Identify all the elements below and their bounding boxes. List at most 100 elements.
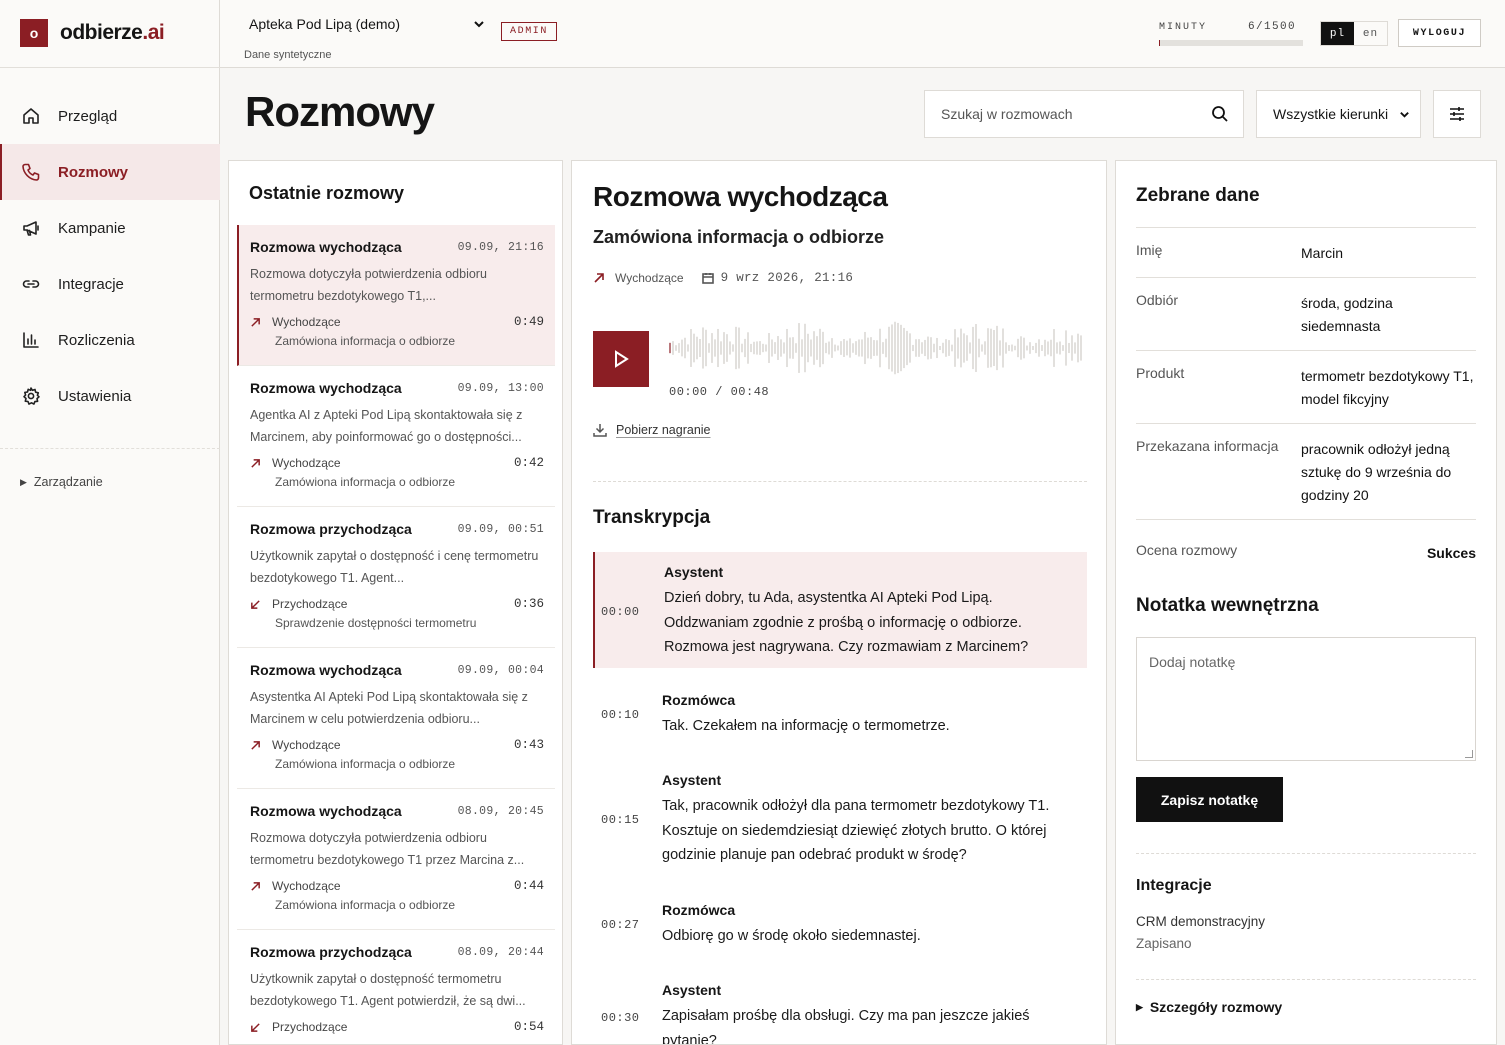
call-list-item[interactable]: Rozmowa wychodząca 09.09, 00:04 Asystentka… [237,648,555,789]
call-footer: Przychodzące 0:54 [250,1020,544,1034]
sidebar-item-kampanie[interactable]: Kampanie [0,200,220,256]
call-details-toggle[interactable]: ▶ Szczegóły rozmowy [1136,999,1282,1015]
field-key: Imię [1136,242,1163,258]
minutes-progress-bar [1159,40,1303,46]
download-recording-link[interactable]: Pobierz nagranie [593,423,711,437]
sidebar-divider [0,448,220,449]
search-icon [1212,106,1228,122]
call-header: Rozmowa przychodząca 09.09, 00:51 [250,521,544,537]
transcript-entry[interactable]: 00:15 Asystent Tak, pracownik odłożył dla … [593,760,1087,876]
direction-filter-select[interactable]: Wszystkie kierunki [1256,90,1421,138]
transcript-entry[interactable]: 00:00 Asystent Dzień dobry, tu Ada, asyste… [593,552,1087,668]
call-title: Rozmowa przychodząca [250,521,412,537]
sidebar-item-przeglad[interactable]: Przegląd [0,88,220,144]
sidebar-item-label: Integracje [58,275,124,293]
play-button[interactable] [593,331,649,387]
transcript-speaker: Rozmówca [662,691,736,708]
logo-name: odbierze [60,21,143,44]
arrow-up-right-icon [251,740,260,750]
transcript-speaker: Asystent [664,564,724,580]
sidebar-item-rozliczenia[interactable]: Rozliczenia [0,312,220,368]
direction-filter-value: Wszystkie kierunki [1273,106,1389,122]
arrow-up-right-icon [251,317,260,327]
call-header: Rozmowa wychodząca 09.09, 21:16 [250,239,544,255]
call-list-item[interactable]: Rozmowa wychodząca 09.09, 13:00 Agentka AI… [237,366,555,507]
note-textarea[interactable]: Dodaj notatkę [1136,637,1476,761]
transcript-text: Dzień dobry, tu Ada, asystentka AI Aptek… [664,590,1029,655]
field-row: Przekazana informacja pracownik odłożył j… [1136,424,1476,520]
sidebar-item-rozmowy[interactable]: Rozmowy [0,144,220,200]
sliders-icon [1450,107,1464,121]
call-direction: Wychodzące [250,456,341,470]
call-meta: Wychodzące 9 wrz 2026, 21:16 [593,271,853,285]
save-note-button[interactable]: Zapisz notatkę [1136,777,1283,822]
call-direction-label: Wychodzące [272,738,341,752]
logo-suffix: .ai [142,21,165,44]
collected-data-fields: Imię Marcin Odbiór środa, godzina siedemna… [1136,227,1476,577]
call-header: Rozmowa wychodząca 09.09, 13:00 [250,380,544,396]
transcript-entry[interactable]: 00:10 Rozmówca Tak. Czekałem na informację… [593,680,1087,747]
management-label: Zarządzanie [33,475,103,489]
lang-pl-button[interactable]: pl [1321,22,1354,45]
call-subtitle: Zamówiona informacja o odbiorze [593,227,885,247]
call-date: 09.09, 21:16 [457,240,544,254]
call-summary: Rozmowa dotyczyła potwierdzenia odbioru … [250,267,487,303]
search-input[interactable]: Szukaj w rozmowach [924,90,1244,138]
call-topic: Sprawdzenie dostępności termometru [275,616,477,630]
resize-handle[interactable] [1465,750,1473,758]
logo-wordmark: odbierze.ai [60,21,165,45]
sidebar-item-integracje[interactable]: Integracje [0,256,220,312]
minutes-progress-fill [1159,40,1160,46]
arrow-down-left-icon [251,1022,260,1032]
call-footer: Wychodzące 0:49 [250,315,544,329]
field-key: Odbiór [1136,292,1179,308]
call-duration: 0:43 [513,738,544,752]
call-direction-label: Przychodzące [272,597,348,611]
home-icon [23,108,39,124]
minutes-value: 6/1500 [1248,21,1297,33]
transcript-entry[interactable]: 00:30 Asystent Zapisałam prośbę dla obsług… [593,970,1087,1044]
call-summary: Użytkownik zapytał o dostępność i cenę t… [250,549,539,585]
call-direction-label: Wychodzące [272,315,341,329]
transcript-entry[interactable]: 00:27 Rozmówca Odbiorę go w środę około si… [593,890,1087,957]
logout-button[interactable]: WYLOGUJ [1398,19,1481,47]
transcript-timestamp: 00:00 [601,604,640,619]
playback-time: 00:00 / 00:48 [669,385,770,399]
sidebar-item-ustawienia[interactable]: Ustawienia [0,368,220,424]
call-detail-panel: Rozmowa wychodząca Zamówiona informacja … [571,160,1107,1045]
call-list-item[interactable]: Rozmowa przychodząca 08.09, 20:44 Użytkown… [237,930,555,1044]
field-key: Ocena rozmowy [1136,542,1238,558]
call-title: Rozmowa przychodząca [250,944,412,960]
audio-waveform[interactable] [668,318,1086,378]
lang-en-button[interactable]: en [1354,22,1387,45]
call-list-item[interactable]: Rozmowa wychodząca 09.09, 21:16 Rozmowa do… [237,225,555,366]
call-direction: Wychodzące [250,315,341,329]
transcript-body: Rozmówca Odbiorę go w środę około siedemn… [662,902,1087,949]
call-summary: Agentka AI z Apteki Pod Lipą skontaktowa… [250,408,523,444]
call-duration: 0:42 [513,456,544,470]
call-header: Rozmowa wychodząca 09.09, 00:04 [250,662,544,678]
call-direction: Wychodzące [250,738,341,752]
gear-icon [23,387,40,405]
divider [593,481,1087,482]
management-toggle[interactable]: ▶ Zarządzanie [20,475,103,489]
filters-button[interactable] [1433,90,1481,138]
sidebar-item-label: Ustawienia [58,387,132,405]
logo[interactable]: o odbierze.ai [20,19,165,47]
call-direction: Wychodzące [250,879,341,893]
role-badge: ADMIN [501,22,558,41]
field-value: Marcin [1301,245,1344,261]
call-list-item[interactable]: Rozmowa wychodząca 08.09, 20:45 Rozmowa do… [237,789,555,930]
minutes-label: MINUTY [1159,22,1208,33]
field-row: Produkt termometr bezdotykowy T1, model f… [1136,351,1476,424]
call-topic: Zamówiona informacja o odbiorze [275,757,456,771]
crm-name: CRM demonstracyjny [1136,914,1266,929]
calls-list-panel: Ostatnie rozmowy Rozmowa wychodząca 09.09… [228,160,563,1045]
phone-icon [22,163,40,181]
call-list-item[interactable]: Rozmowa przychodząca 09.09, 00:51 Użytkown… [237,507,555,648]
call-direction: Wychodzące [615,271,684,285]
call-title: Rozmowa wychodząca [593,181,888,212]
call-date: 08.09, 20:44 [457,945,544,959]
synthetic-data-label: Dane syntetyczne [244,49,332,61]
pharmacy-select[interactable]: Apteka Pod Lipą (demo) [249,16,485,32]
